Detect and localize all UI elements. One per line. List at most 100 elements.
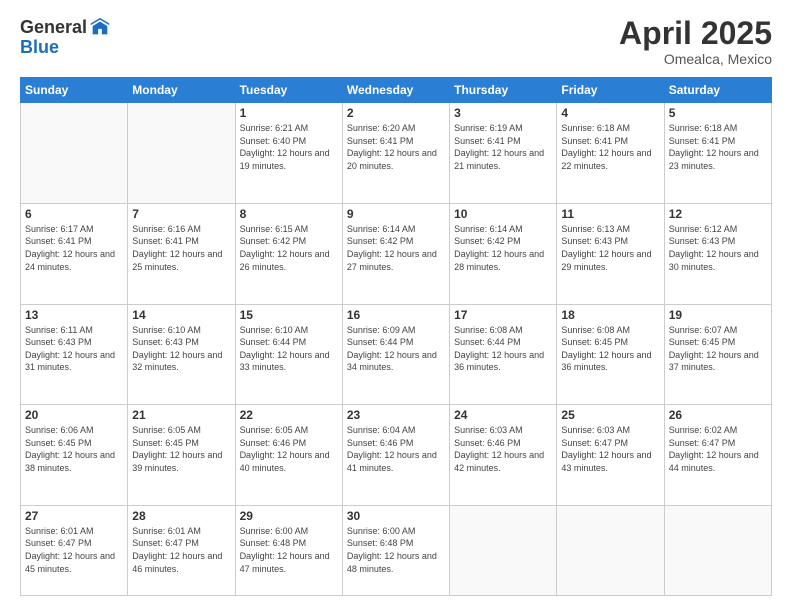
day-info: Sunrise: 6:05 AMSunset: 6:46 PMDaylight:…: [240, 424, 338, 474]
day-info: Sunrise: 6:19 AMSunset: 6:41 PMDaylight:…: [454, 122, 552, 172]
day-info: Sunrise: 6:08 AMSunset: 6:44 PMDaylight:…: [454, 324, 552, 374]
day-info: Sunrise: 6:02 AMSunset: 6:47 PMDaylight:…: [669, 424, 767, 474]
day-number: 4: [561, 106, 659, 120]
table-row: 2 Sunrise: 6:20 AMSunset: 6:41 PMDaylight…: [342, 103, 449, 204]
table-row: 11 Sunrise: 6:13 AMSunset: 6:43 PMDayligh…: [557, 203, 664, 304]
day-number: 16: [347, 308, 445, 322]
day-number: 11: [561, 207, 659, 221]
day-number: 17: [454, 308, 552, 322]
calendar-header-row: Sunday Monday Tuesday Wednesday Thursday…: [21, 78, 772, 103]
table-row: 8 Sunrise: 6:15 AMSunset: 6:42 PMDaylight…: [235, 203, 342, 304]
header: General Blue April 2025 Omealca, Mexico: [20, 16, 772, 67]
table-row: 21 Sunrise: 6:05 AMSunset: 6:45 PMDayligh…: [128, 405, 235, 506]
col-wednesday: Wednesday: [342, 78, 449, 103]
day-info: Sunrise: 6:14 AMSunset: 6:42 PMDaylight:…: [454, 223, 552, 273]
calendar-body: 1 Sunrise: 6:21 AMSunset: 6:40 PMDaylight…: [21, 103, 772, 596]
day-number: 18: [561, 308, 659, 322]
day-info: Sunrise: 6:16 AMSunset: 6:41 PMDaylight:…: [132, 223, 230, 273]
day-number: 19: [669, 308, 767, 322]
table-row: [664, 505, 771, 595]
day-info: Sunrise: 6:04 AMSunset: 6:46 PMDaylight:…: [347, 424, 445, 474]
table-row: 20Sunrise: 6:06 AMSunset: 6:45 PMDayligh…: [21, 405, 128, 506]
day-info: Sunrise: 6:00 AMSunset: 6:48 PMDaylight:…: [240, 525, 338, 575]
table-row: 7 Sunrise: 6:16 AMSunset: 6:41 PMDaylight…: [128, 203, 235, 304]
day-info: Sunrise: 6:12 AMSunset: 6:43 PMDaylight:…: [669, 223, 767, 273]
day-info: Sunrise: 6:05 AMSunset: 6:45 PMDaylight:…: [132, 424, 230, 474]
table-row: 3Sunrise: 6:19 AMSunset: 6:41 PMDaylight…: [450, 103, 557, 204]
day-info: Sunrise: 6:10 AMSunset: 6:43 PMDaylight:…: [132, 324, 230, 374]
day-number: 25: [561, 408, 659, 422]
day-number: 28: [132, 509, 230, 523]
month-title: April 2025: [619, 16, 772, 51]
day-info: Sunrise: 6:21 AMSunset: 6:40 PMDaylight:…: [240, 122, 338, 172]
day-info: Sunrise: 6:01 AMSunset: 6:47 PMDaylight:…: [25, 525, 123, 575]
day-number: 21: [132, 408, 230, 422]
table-row: 9 Sunrise: 6:14 AMSunset: 6:42 PMDaylight…: [342, 203, 449, 304]
table-row: [128, 103, 235, 204]
table-row: 25 Sunrise: 6:03 AMSunset: 6:47 PMDayligh…: [557, 405, 664, 506]
day-info: Sunrise: 6:15 AMSunset: 6:42 PMDaylight:…: [240, 223, 338, 273]
table-row: 18 Sunrise: 6:08 AMSunset: 6:45 PMDayligh…: [557, 304, 664, 405]
table-row: 17 Sunrise: 6:08 AMSunset: 6:44 PMDayligh…: [450, 304, 557, 405]
table-row: 30 Sunrise: 6:00 AMSunset: 6:48 PMDayligh…: [342, 505, 449, 595]
day-info: Sunrise: 6:11 AMSunset: 6:43 PMDaylight:…: [25, 324, 123, 374]
day-info: Sunrise: 6:10 AMSunset: 6:44 PMDaylight:…: [240, 324, 338, 374]
table-row: 5 Sunrise: 6:18 AMSunset: 6:41 PMDaylight…: [664, 103, 771, 204]
page: General Blue April 2025 Omealca, Mexico …: [0, 0, 792, 612]
table-row: 28 Sunrise: 6:01 AMSunset: 6:47 PMDayligh…: [128, 505, 235, 595]
day-number: 8: [240, 207, 338, 221]
day-number: 15: [240, 308, 338, 322]
logo-icon: [89, 16, 111, 38]
table-row: 27 Sunrise: 6:01 AMSunset: 6:47 PMDayligh…: [21, 505, 128, 595]
table-row: 10Sunrise: 6:14 AMSunset: 6:42 PMDayligh…: [450, 203, 557, 304]
logo-blue: Blue: [20, 38, 111, 56]
col-thursday: Thursday: [450, 78, 557, 103]
table-row: [557, 505, 664, 595]
location-subtitle: Omealca, Mexico: [619, 51, 772, 67]
day-number: 24: [454, 408, 552, 422]
day-info: Sunrise: 6:18 AMSunset: 6:41 PMDaylight:…: [669, 122, 767, 172]
day-number: 27: [25, 509, 123, 523]
title-section: April 2025 Omealca, Mexico: [619, 16, 772, 67]
logo-general: General: [20, 18, 87, 36]
col-friday: Friday: [557, 78, 664, 103]
table-row: 19Sunrise: 6:07 AMSunset: 6:45 PMDayligh…: [664, 304, 771, 405]
day-info: Sunrise: 6:17 AMSunset: 6:41 PMDaylight:…: [25, 223, 123, 273]
table-row: [21, 103, 128, 204]
day-info: Sunrise: 6:08 AMSunset: 6:45 PMDaylight:…: [561, 324, 659, 374]
day-info: Sunrise: 6:00 AMSunset: 6:48 PMDaylight:…: [347, 525, 445, 575]
day-number: 29: [240, 509, 338, 523]
day-info: Sunrise: 6:14 AMSunset: 6:42 PMDaylight:…: [347, 223, 445, 273]
day-number: 7: [132, 207, 230, 221]
day-info: Sunrise: 6:20 AMSunset: 6:41 PMDaylight:…: [347, 122, 445, 172]
table-row: [450, 505, 557, 595]
col-tuesday: Tuesday: [235, 78, 342, 103]
table-row: 24 Sunrise: 6:03 AMSunset: 6:46 PMDayligh…: [450, 405, 557, 506]
col-monday: Monday: [128, 78, 235, 103]
table-row: 6 Sunrise: 6:17 AMSunset: 6:41 PMDaylight…: [21, 203, 128, 304]
day-number: 6: [25, 207, 123, 221]
day-number: 1: [240, 106, 338, 120]
day-info: Sunrise: 6:18 AMSunset: 6:41 PMDaylight:…: [561, 122, 659, 172]
table-row: 26 Sunrise: 6:02 AMSunset: 6:47 PMDayligh…: [664, 405, 771, 506]
logo-text: General Blue: [20, 16, 111, 56]
day-number: 22: [240, 408, 338, 422]
table-row: 4 Sunrise: 6:18 AMSunset: 6:41 PMDaylight…: [557, 103, 664, 204]
table-row: 23Sunrise: 6:04 AMSunset: 6:46 PMDayligh…: [342, 405, 449, 506]
calendar: Sunday Monday Tuesday Wednesday Thursday…: [20, 77, 772, 596]
day-info: Sunrise: 6:09 AMSunset: 6:44 PMDaylight:…: [347, 324, 445, 374]
col-sunday: Sunday: [21, 78, 128, 103]
table-row: 29 Sunrise: 6:00 AMSunset: 6:48 PMDayligh…: [235, 505, 342, 595]
day-number: 5: [669, 106, 767, 120]
day-number: 9: [347, 207, 445, 221]
day-number: 26: [669, 408, 767, 422]
day-number: 30: [347, 509, 445, 523]
day-number: 13: [25, 308, 123, 322]
day-info: Sunrise: 6:13 AMSunset: 6:43 PMDaylight:…: [561, 223, 659, 273]
table-row: 16 Sunrise: 6:09 AMSunset: 6:44 PMDayligh…: [342, 304, 449, 405]
day-info: Sunrise: 6:01 AMSunset: 6:47 PMDaylight:…: [132, 525, 230, 575]
day-info: Sunrise: 6:03 AMSunset: 6:46 PMDaylight:…: [454, 424, 552, 474]
day-info: Sunrise: 6:03 AMSunset: 6:47 PMDaylight:…: [561, 424, 659, 474]
table-row: 15 Sunrise: 6:10 AMSunset: 6:44 PMDayligh…: [235, 304, 342, 405]
day-number: 2: [347, 106, 445, 120]
